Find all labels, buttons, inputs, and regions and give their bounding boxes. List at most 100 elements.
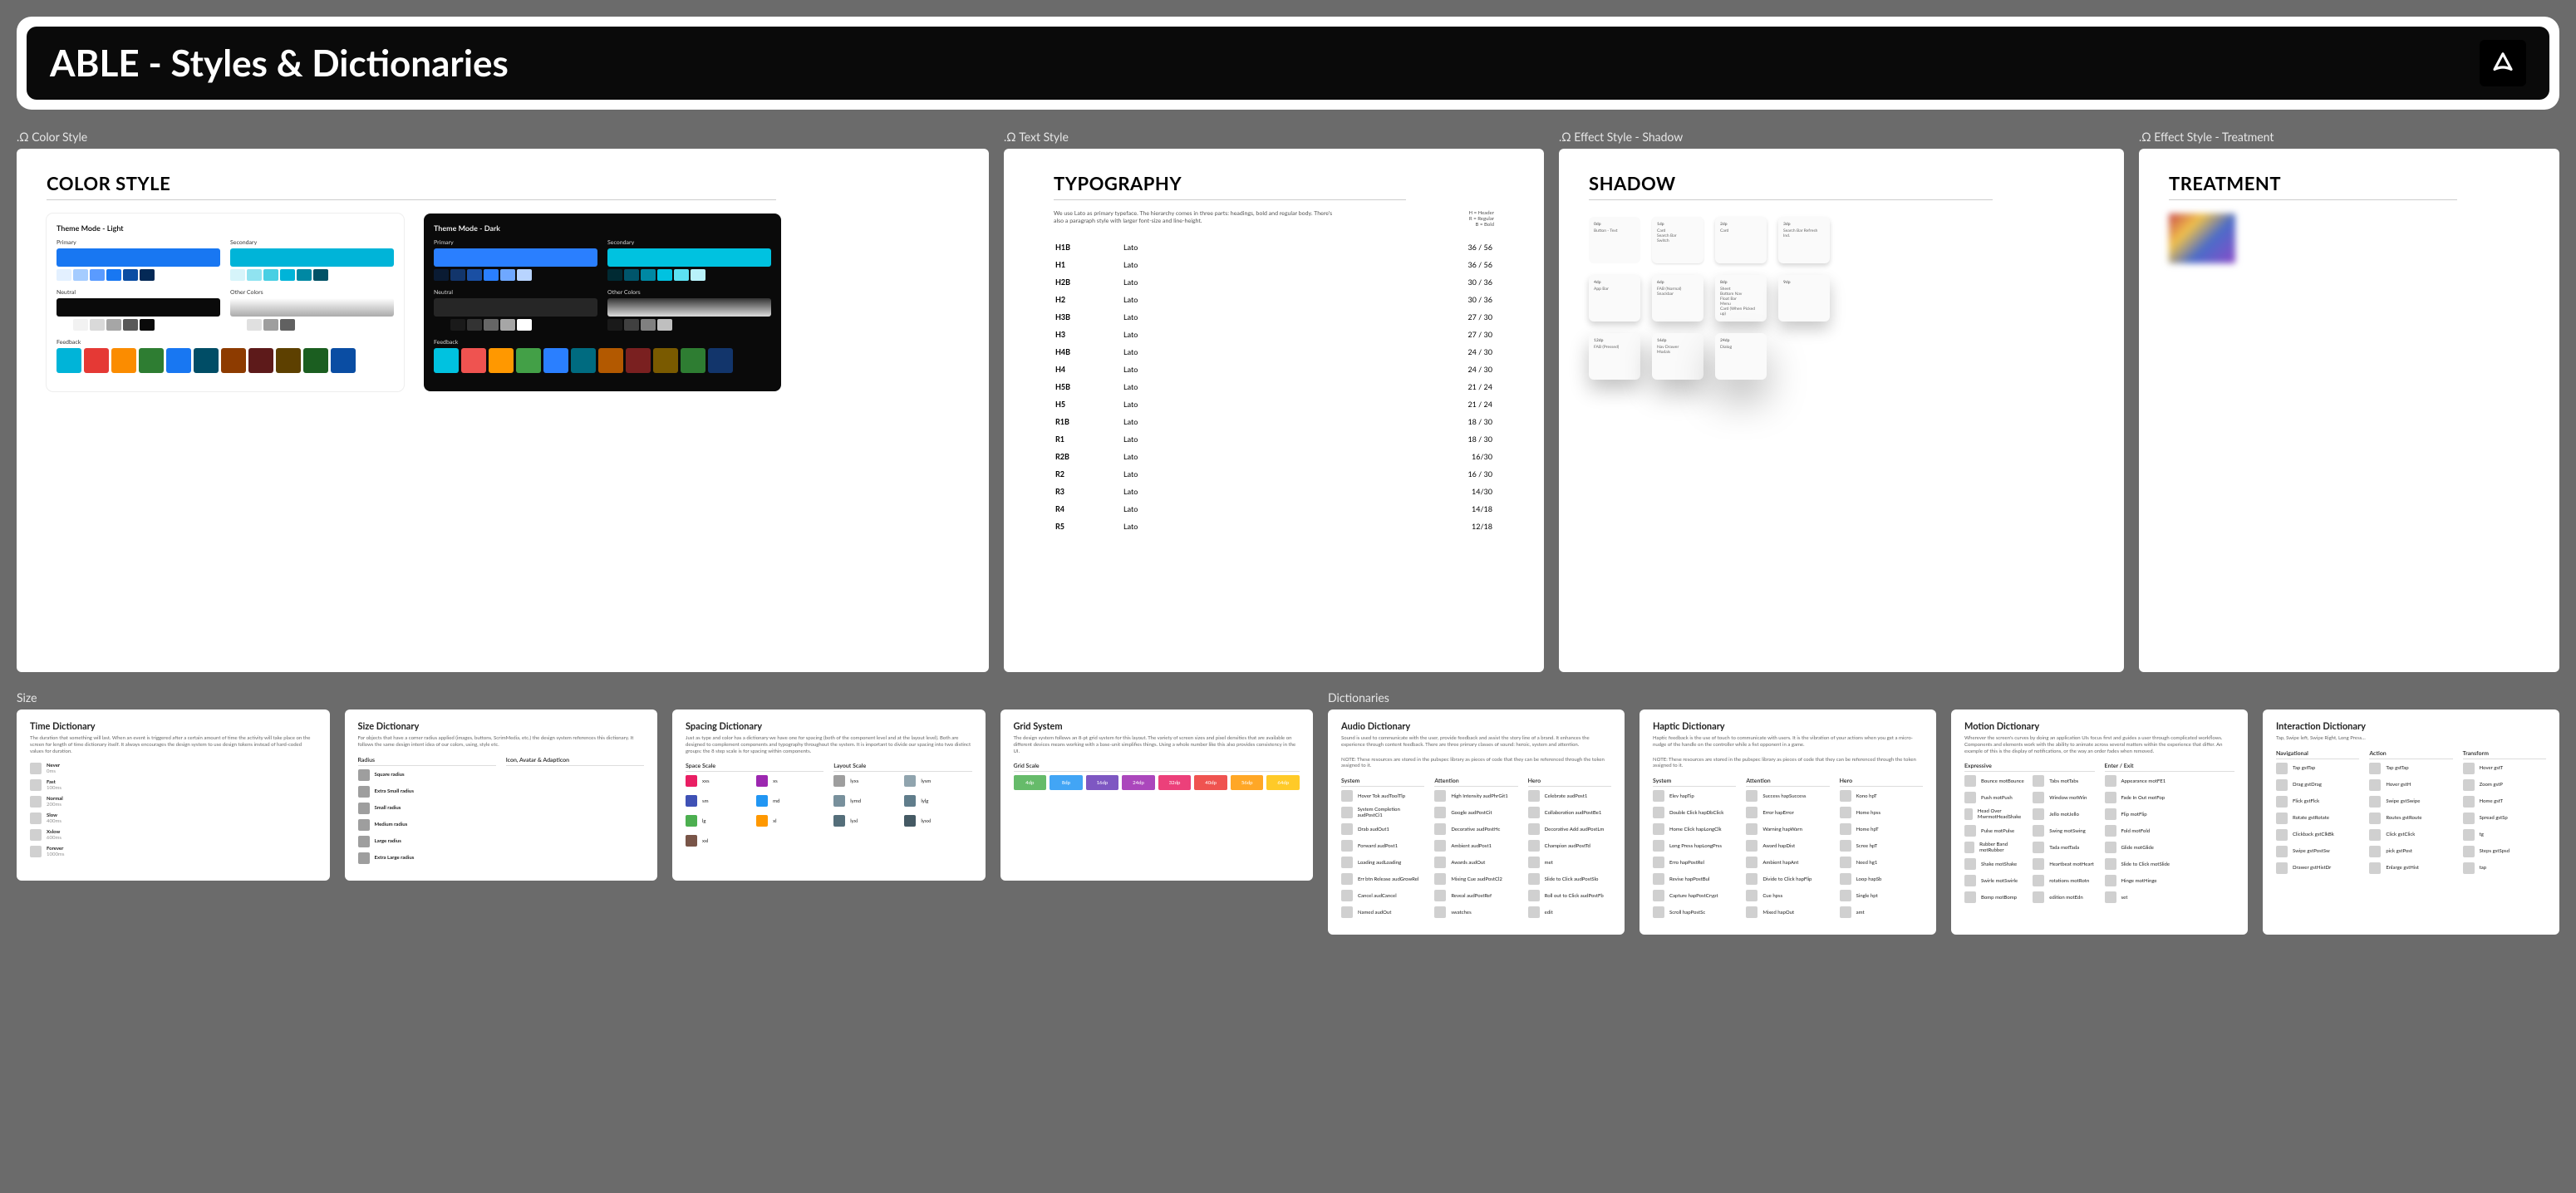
type-font: Lato [1123,274,1259,290]
color-swatch [280,269,295,281]
color-swatch [598,348,623,373]
color-swatch [313,269,328,281]
color-swatch [106,269,121,281]
color-swatch [230,269,245,281]
color-swatch [73,319,88,331]
color-swatch [484,269,499,281]
title-bar: ABLE - Styles & Dictionaries [27,27,2549,100]
type-font: Lato [1123,361,1259,377]
color-swatch [653,348,678,373]
type-spec: 14/30 [1261,484,1492,499]
color-swatch [303,348,328,373]
shadow-sample: 24dpDialog [1715,333,1767,380]
color-swatch [607,269,622,281]
type-font: Lato [1123,414,1259,430]
top-row: .Ω Color Style COLOR STYLE Theme Mode - … [17,130,2559,672]
color-swatch [467,319,482,331]
page-title: ABLE - Styles & Dictionaries [50,42,509,85]
type-font: Lato [1123,484,1259,499]
color-swatch [140,319,155,331]
color-swatch [331,348,356,373]
color-swatch [489,348,514,373]
color-swatch [57,319,71,331]
type-name: R5 [1055,518,1122,534]
shadow-section: .Ω Effect Style - Shadow SHADOW 0dpButto… [1559,130,2124,672]
shadow-sample: 16dpNav Drawer Modals [1652,333,1703,380]
color-swatch [263,269,278,281]
color-swatch [111,348,136,373]
size-dictionary-card: Size Dictionary For objects that have a … [345,709,658,881]
type-name: R4 [1055,501,1122,517]
shadow-card: SHADOW 0dpButton - Text1dpCard Search Ba… [1559,149,2124,672]
color-swatch [450,269,465,281]
color-swatch [297,269,312,281]
color-swatch [247,269,262,281]
color-swatch [166,348,191,373]
theme-dark-title: Theme Mode - Dark [434,223,771,233]
shadow-sample: 1dpCard Search Bar Switch [1652,217,1703,263]
type-name: H5 [1055,396,1122,412]
grid-scale-cell: 56dp [1231,775,1264,790]
theme-light-title: Theme Mode - Light [57,223,394,233]
type-spec: 36 / 56 [1261,239,1492,255]
color-swatch [276,348,301,373]
color-swatch [90,319,105,331]
type-spec: 18 / 30 [1261,431,1492,447]
color-swatch [571,348,596,373]
color-swatch [657,319,672,331]
type-spec: 14/18 [1261,501,1492,517]
type-font: Lato [1123,309,1259,325]
color-swatch [500,319,515,331]
type-font: Lato [1123,379,1259,395]
grid-scale-cell: 32dp [1158,775,1192,790]
type-name: R1 [1055,431,1122,447]
color-swatch [624,269,639,281]
color-swatch [624,319,639,331]
dictionaries-group: Dictionaries Audio Dictionary Sound is u… [1328,690,2559,935]
time-dictionary-card: Time Dictionary The duration that someth… [17,709,330,881]
type-name: H3 [1055,326,1122,342]
color-swatch [467,269,482,281]
shadow-sample: 4dpApp Bar [1589,275,1640,322]
color-swatch [681,348,705,373]
color-swatch [500,269,515,281]
color-swatch [90,269,105,281]
type-name: H4B [1055,344,1122,360]
color-heading: COLOR STYLE [47,172,959,200]
color-swatch [73,269,88,281]
color-swatch [641,319,656,331]
color-swatch [657,269,672,281]
color-swatch [248,348,273,373]
type-name: H3B [1055,309,1122,325]
type-font: Lato [1123,292,1259,307]
color-swatch [84,348,109,373]
type-name: R1B [1055,414,1122,430]
color-swatch [230,319,245,331]
color-swatch [140,269,155,281]
color-swatch [263,319,278,331]
color-swatch [641,269,656,281]
type-spec: 27 / 30 [1261,309,1492,325]
type-spec: 16/30 [1261,449,1492,464]
treatment-section: .Ω Effect Style - Treatment TREATMENT [2139,130,2559,672]
type-font: Lato [1123,239,1259,255]
color-swatch [543,348,568,373]
grid-scale-cell: 40dp [1194,775,1227,790]
theme-dark-panel: Theme Mode - Dark Primary Secondary [424,214,781,391]
type-spec: 21 / 24 [1261,379,1492,395]
shadow-sample: 9dp [1778,275,1830,322]
type-spec: 24 / 30 [1261,344,1492,360]
type-font: Lato [1123,501,1259,517]
audio-dictionary-card: Audio Dictionary Sound is used to commun… [1328,709,1625,935]
theme-light-panel: Theme Mode - Light Primary Secondary [47,214,404,391]
grid-scale-cell: 16dp [1086,775,1119,790]
shadow-sample: 8dpSheet Bottom Nav Float Bar Menu Card … [1715,275,1767,322]
type-name: H2 [1055,292,1122,307]
type-name: H2B [1055,274,1122,290]
type-name: H4 [1055,361,1122,377]
type-font: Lato [1123,449,1259,464]
type-name: H1 [1055,257,1122,272]
color-swatch [106,319,121,331]
type-name: H5B [1055,379,1122,395]
color-swatch [461,348,486,373]
